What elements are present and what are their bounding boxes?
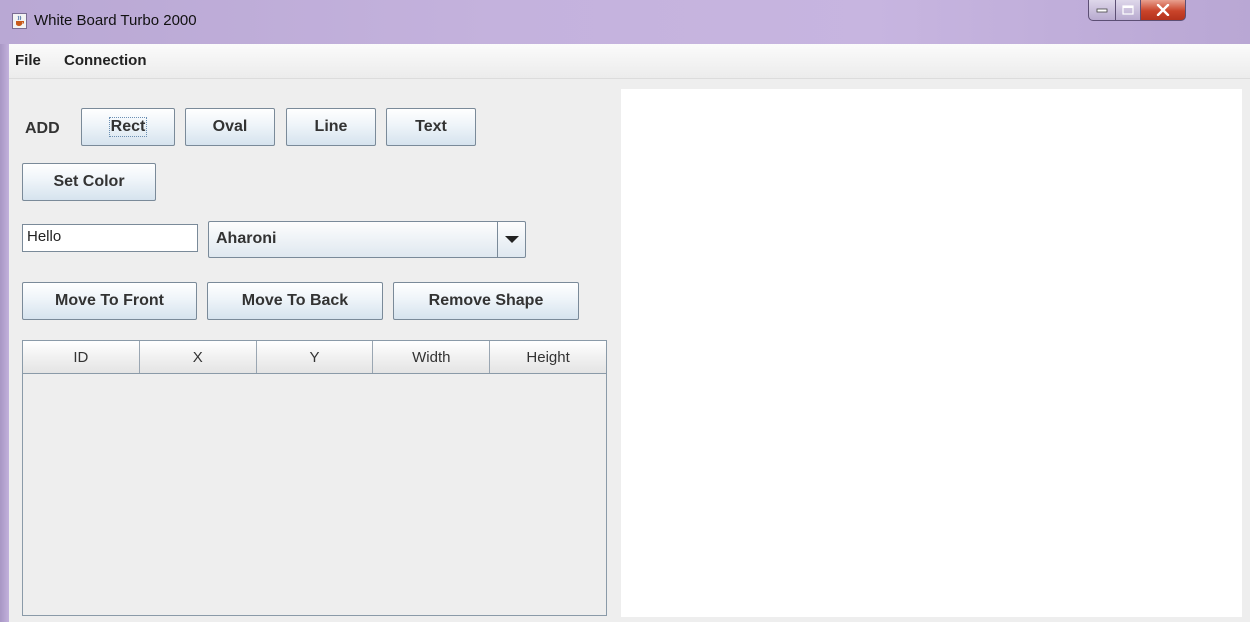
column-header-width[interactable]: Width [373, 341, 491, 373]
font-dropdown[interactable]: Aharoni [208, 221, 526, 258]
whiteboard-canvas[interactable] [621, 89, 1242, 617]
rect-button[interactable]: Rect [81, 108, 175, 146]
text-input[interactable]: Hello [22, 224, 198, 252]
add-label: ADD [25, 120, 60, 137]
line-button-label: Line [314, 118, 348, 135]
maximize-icon [1122, 5, 1134, 15]
set-color-button[interactable]: Set Color [22, 163, 156, 201]
menu-bar: File Connection [9, 44, 1250, 79]
close-icon [1156, 4, 1170, 16]
minimize-icon [1096, 8, 1108, 13]
shape-table[interactable]: ID X Y Width Height [22, 340, 607, 616]
move-to-front-label: Move To Front [54, 292, 165, 309]
menu-connection[interactable]: Connection [64, 52, 147, 69]
menu-file[interactable]: File [15, 52, 41, 69]
move-to-back-button[interactable]: Move To Back [207, 282, 383, 320]
oval-button[interactable]: Oval [185, 108, 275, 146]
window-left-border [0, 44, 9, 622]
close-button[interactable] [1140, 0, 1186, 21]
move-to-front-button[interactable]: Move To Front [22, 282, 197, 320]
app-window: White Board Turbo 2000 File Connection A… [0, 0, 1250, 622]
column-header-id[interactable]: ID [23, 341, 140, 373]
column-header-height[interactable]: Height [490, 341, 606, 373]
text-button-label: Text [415, 118, 447, 135]
minimize-button[interactable] [1088, 0, 1116, 21]
oval-button-label: Oval [212, 118, 248, 135]
maximize-button[interactable] [1115, 0, 1141, 21]
set-color-label: Set Color [53, 173, 125, 190]
column-header-x[interactable]: X [139, 341, 257, 373]
client-area: File Connection ADD Rect Oval Line Text … [9, 44, 1250, 622]
text-button[interactable]: Text [386, 108, 476, 146]
move-to-back-label: Move To Back [241, 292, 349, 309]
remove-shape-label: Remove Shape [428, 292, 544, 309]
java-cup-icon [12, 13, 27, 29]
column-header-y[interactable]: Y [256, 341, 374, 373]
line-button[interactable]: Line [286, 108, 376, 146]
table-header: ID X Y Width Height [23, 341, 606, 374]
remove-shape-button[interactable]: Remove Shape [393, 282, 579, 320]
window-title: White Board Turbo 2000 [34, 12, 197, 29]
font-dropdown-value: Aharoni [216, 230, 277, 247]
title-bar[interactable]: White Board Turbo 2000 [0, 0, 1250, 44]
chevron-down-icon [504, 236, 519, 243]
rect-button-label: Rect [108, 117, 148, 137]
font-dropdown-arrow[interactable] [497, 222, 525, 257]
